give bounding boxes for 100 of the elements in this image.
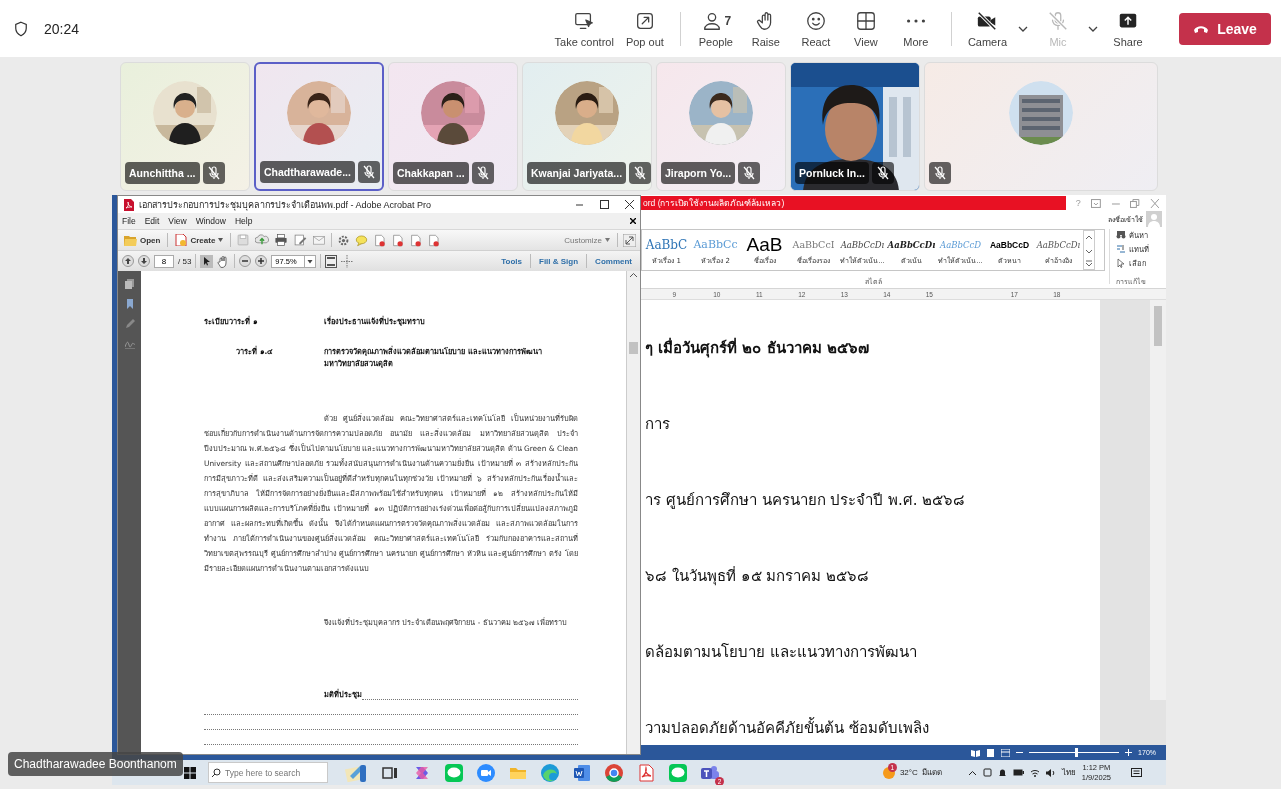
language-indicator[interactable]: ไทย	[1061, 766, 1076, 779]
search-icon	[212, 768, 221, 777]
battery-icon[interactable]	[1012, 769, 1024, 776]
participant-tile[interactable]: Kwanjai Jariyata...	[522, 62, 652, 191]
participant-tile[interactable]: Aunchittha ...	[120, 62, 250, 191]
search-field[interactable]: Type here to search	[208, 762, 328, 783]
participant-tile[interactable]	[924, 62, 1158, 191]
window-title: ord (การเปิดใช้งานผลิตภัณฑ์ล้มเหลว)	[641, 196, 1066, 210]
ribbon-display-icon[interactable]	[1090, 198, 1101, 208]
create-button[interactable]: Create	[173, 234, 226, 246]
participant-name: Kwanjai Jariyata...	[527, 162, 627, 184]
customize-button[interactable]: Customize	[562, 235, 612, 245]
menu-item[interactable]: Edit	[144, 216, 160, 226]
zoom-out-icon[interactable]	[239, 255, 252, 267]
people-button[interactable]: 7 People	[690, 5, 741, 52]
print-icon[interactable]	[274, 233, 289, 247]
presenter-name: Chadtharawadee Boonthanom	[8, 752, 183, 776]
edit-icon[interactable]	[293, 233, 308, 247]
participant-tile[interactable]: Jiraporn Yo...	[656, 62, 786, 191]
document-line: ๖๘ ในวันพุธที่ ๑๕ มกราคม ๒๕๖๘	[645, 565, 871, 588]
document-line: การ	[645, 414, 671, 435]
caret-icon	[605, 238, 610, 242]
scrollbar[interactable]	[626, 271, 640, 754]
menu-item[interactable]: Window	[195, 216, 226, 226]
bell-icon[interactable]	[997, 768, 1007, 777]
cursor-icon	[1116, 258, 1126, 268]
chevron-up-icon[interactable]	[967, 769, 977, 776]
zoom-slider-thumb[interactable]	[1075, 748, 1079, 757]
menu-item[interactable]: View	[168, 216, 187, 226]
bookmark-icon[interactable]	[124, 299, 135, 309]
react-button[interactable]: React	[790, 5, 841, 52]
people-count: 7	[724, 13, 732, 28]
binoculars-icon	[1116, 230, 1126, 240]
web-layout-icon[interactable]	[1001, 748, 1011, 757]
grid-icon	[854, 9, 877, 32]
gear-icon[interactable]	[337, 233, 351, 247]
document-line: ๆ เมื่อวันศุกร์ที่ ๒๐ ธันวาคม ๒๕๖๗	[645, 336, 870, 360]
expand-icon[interactable]	[623, 233, 636, 247]
document-icon[interactable]	[409, 233, 423, 247]
print-layout-icon[interactable]	[986, 748, 996, 757]
share-button[interactable]: Share	[1103, 5, 1153, 52]
participant-name: Pornluck In...	[795, 162, 869, 184]
pane-link[interactable]: Tools	[497, 256, 526, 266]
document-icon[interactable]	[572, 762, 592, 783]
view-button[interactable]: View	[840, 5, 891, 52]
open-button[interactable]: Open	[122, 234, 163, 246]
dropdown-icon[interactable]	[305, 254, 317, 268]
speaker-icon[interactable]	[1045, 768, 1056, 777]
scroll-up-icon[interactable]	[629, 271, 638, 280]
raise-button[interactable]: Raise	[740, 5, 791, 52]
page-count: / 53	[178, 256, 192, 266]
weather-condition: มีแดด	[921, 767, 942, 779]
pdf-icon[interactable]	[636, 762, 656, 783]
more-icon	[906, 18, 925, 23]
take-control-button[interactable]: Take control	[548, 5, 620, 52]
pages-icon[interactable]	[124, 279, 135, 289]
wifi-icon[interactable]	[1029, 768, 1040, 777]
pane-link[interactable]: Comment	[591, 256, 636, 266]
scrollbar-thumb[interactable]	[629, 342, 638, 354]
gallery-scroll-icon[interactable]	[1083, 230, 1095, 270]
page-number-field[interactable]: 8	[154, 254, 174, 268]
menu-item[interactable]: Help	[234, 216, 253, 226]
page-layout-icon[interactable]	[325, 254, 338, 268]
fit-page-icon[interactable]	[341, 254, 354, 268]
camera-button[interactable]: Camera	[961, 5, 1013, 52]
phone-icon	[1193, 23, 1210, 34]
read-mode-icon[interactable]	[971, 748, 981, 757]
video-camera-icon[interactable]	[476, 762, 496, 783]
windows-icon[interactable]	[184, 766, 196, 779]
folder-icon	[124, 234, 137, 246]
participant-tile[interactable]: Chakkapan ...	[388, 62, 518, 191]
document-line: วามปลอดภัยด้านอัคคีภัยขั้นต้น ซ้อมดับเพลิง	[645, 716, 930, 739]
zoom-in-icon[interactable]	[255, 255, 268, 267]
close-icon[interactable]	[625, 200, 634, 209]
leave-button[interactable]: Leave	[1179, 12, 1271, 45]
temperature: 32°C	[899, 768, 918, 777]
pane-link[interactable]: Fill & Sign	[535, 256, 583, 266]
window-title: เอกสารประกอบการประชุมบุคลากรประจำเดือนพพ.pdf - Adobe Acrobat Pro	[139, 198, 432, 212]
select-tool-icon[interactable]	[200, 254, 214, 268]
menu-item[interactable]: File	[122, 216, 136, 226]
document-icon[interactable]	[373, 233, 387, 247]
pop-out-button[interactable]: Pop out	[619, 5, 670, 52]
participant-tile[interactable]: Pornluck In...	[790, 62, 920, 191]
document-line: าร ศูนย์การศึกษา นครนายก ประจำปี พ.ศ. ๒๕๖๘	[645, 490, 967, 511]
participant-name: Jiraporn Yo...	[661, 162, 736, 184]
close-icon[interactable]	[630, 218, 636, 224]
previous-page-icon[interactable]	[122, 255, 134, 267]
document-icon[interactable]	[391, 233, 405, 247]
notifications-icon[interactable]	[1131, 767, 1142, 778]
meeting-time: 20:24	[44, 20, 80, 37]
maximize-icon[interactable]	[600, 200, 609, 209]
more-button[interactable]: More	[890, 5, 941, 52]
next-page-icon[interactable]	[138, 255, 150, 267]
document-icon[interactable]	[427, 233, 441, 247]
device-icon[interactable]	[982, 768, 992, 777]
zoom-out-icon[interactable]	[1016, 749, 1024, 756]
participant-tile[interactable]: Chadtharawade...	[254, 62, 384, 191]
restore-icon[interactable]	[1130, 198, 1141, 208]
circle-logo-icon[interactable]	[604, 762, 624, 783]
participant-name: Aunchittha ...	[125, 162, 200, 184]
